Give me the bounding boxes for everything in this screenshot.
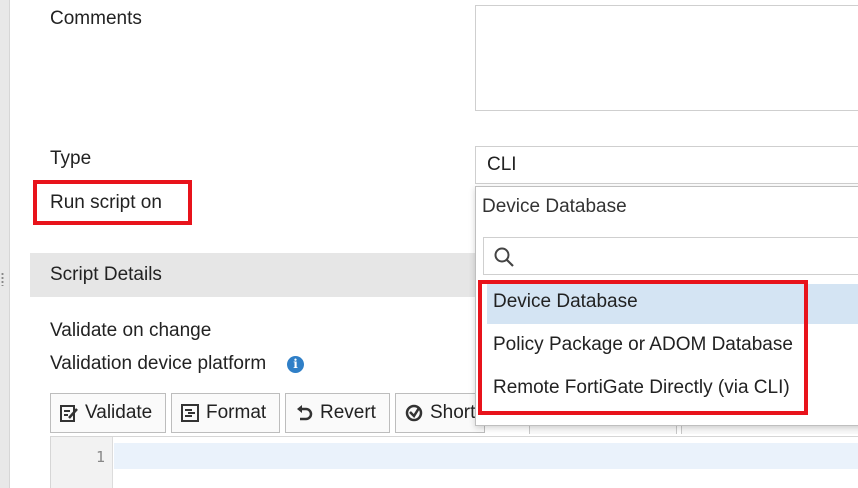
dropdown-selected-value[interactable]: Device Database [482, 196, 627, 218]
section-title: Script Details [50, 264, 162, 285]
validate-on-change-label: Validate on change [50, 320, 212, 341]
undo-arrow-icon [297, 405, 313, 421]
shortcuts-button[interactable]: Short [395, 393, 485, 433]
shortcuts-button-label: Short [430, 402, 476, 423]
revert-button[interactable]: Revert [285, 393, 390, 433]
left-resize-rail[interactable] [0, 0, 10, 488]
format-button-label: Format [206, 402, 267, 423]
line-number: 1 [95, 448, 105, 466]
script-editor[interactable]: 1 [50, 436, 858, 488]
run-script-on-highlight-box [33, 180, 192, 225]
format-icon [181, 404, 199, 422]
search-icon [494, 247, 514, 267]
validate-button-label: Validate [85, 402, 153, 423]
shortcut-icon [405, 404, 423, 422]
validation-device-platform-label: Validation device platform [50, 353, 267, 374]
line-number-gutter: 1 [51, 437, 113, 488]
type-label: Type [50, 148, 92, 169]
resize-grip-icon[interactable] [1, 272, 4, 286]
comments-label: Comments [50, 8, 142, 29]
info-icon[interactable]: i [287, 356, 304, 373]
active-line[interactable] [114, 443, 858, 469]
validate-button[interactable]: Validate [50, 393, 166, 433]
revert-button-label: Revert [320, 402, 376, 423]
type-select-value: CLI [487, 154, 517, 175]
type-select[interactable]: CLI [475, 146, 858, 184]
dropdown-search-input[interactable] [483, 237, 858, 275]
comments-textarea[interactable] [475, 5, 858, 111]
format-button[interactable]: Format [171, 393, 280, 433]
dropdown-options-highlight-box [478, 280, 808, 415]
validate-icon [60, 405, 78, 422]
